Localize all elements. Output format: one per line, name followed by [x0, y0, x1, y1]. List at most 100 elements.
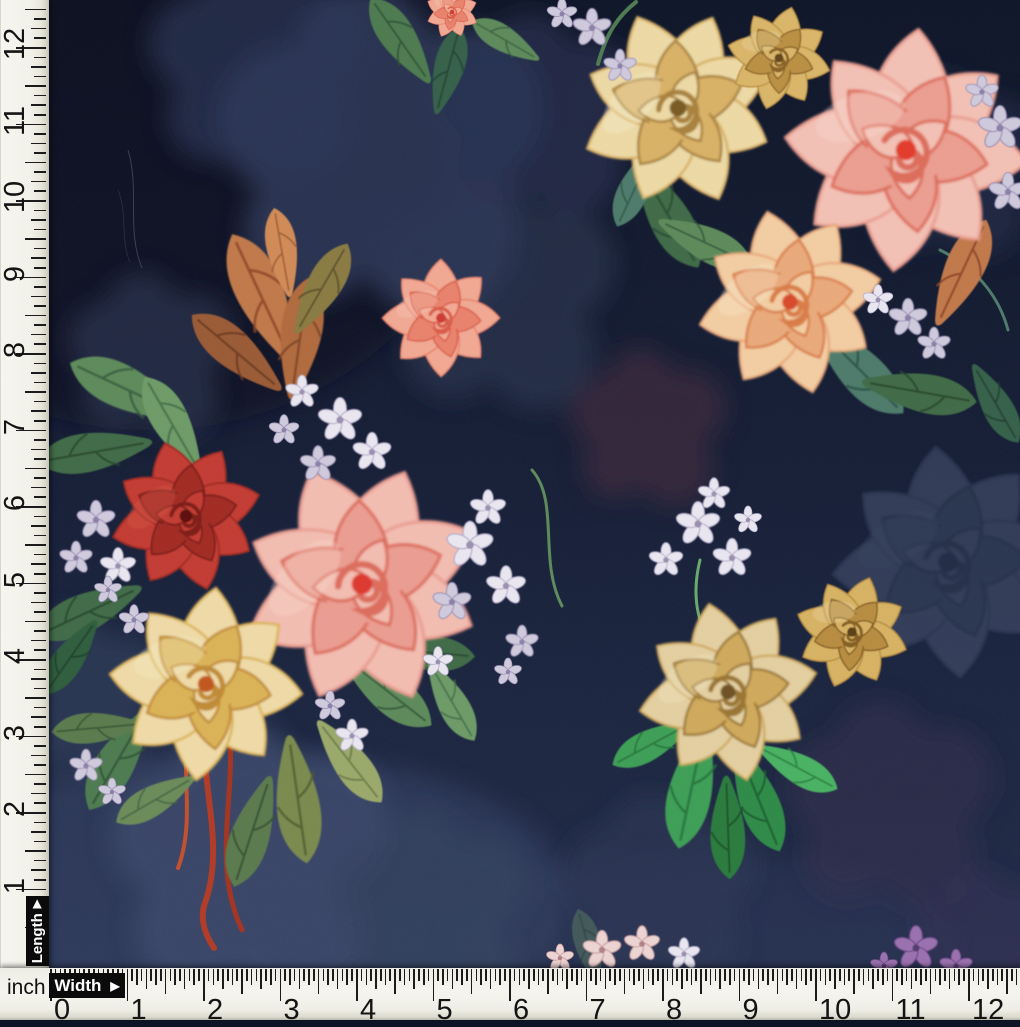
ruler-tick	[389, 969, 391, 981]
ruler-tick	[366, 969, 368, 985]
ruler-tick	[25, 238, 46, 240]
ruler-tick	[375, 969, 377, 989]
ruler-tick	[260, 969, 262, 989]
ruler-tick	[437, 969, 439, 981]
ruler-tick	[466, 969, 468, 981]
ruler-tick	[25, 774, 46, 776]
ruler-tick	[495, 969, 497, 981]
ruler-tick	[31, 831, 46, 833]
ruler-tick	[705, 969, 707, 981]
ruler-tick	[217, 969, 219, 981]
length-badge-label: Length	[29, 913, 46, 963]
ruler-tick	[146, 969, 148, 989]
ruler-tick	[34, 229, 46, 231]
ruler-number: 1	[131, 994, 147, 1027]
width-badge: Width ▶	[49, 973, 125, 998]
ruler-tick	[667, 969, 669, 981]
ruler-number: 2	[207, 994, 223, 1027]
ruler-tick	[34, 649, 46, 651]
ruler-tick	[232, 969, 234, 985]
ruler-tick	[385, 969, 387, 985]
ruler-tick	[471, 969, 473, 994]
ruler-tick	[605, 969, 607, 989]
ruler-tick	[973, 969, 975, 981]
ruler-tick	[657, 969, 659, 981]
ruler-tick	[361, 969, 363, 981]
ruler-tick	[863, 969, 865, 985]
ruler-tick	[509, 969, 511, 1001]
ruler-tick	[34, 669, 46, 671]
ruler-tick	[34, 37, 46, 39]
ruler-tick	[791, 969, 793, 981]
ruler-tick	[1006, 969, 1008, 994]
fabric-swatch-photo: 121110987654321 Length ▶ inch 0123456789…	[0, 0, 1020, 1020]
ruler-tick	[456, 969, 458, 981]
ruler-tick	[332, 969, 334, 981]
ruler-tick	[280, 969, 282, 1001]
ruler-tick	[31, 563, 46, 565]
ruler-tick	[825, 969, 827, 985]
ruler-tick	[34, 363, 46, 365]
ruler-tick	[34, 305, 46, 307]
ruler-tick	[31, 525, 46, 527]
ruler-tick	[236, 969, 238, 981]
ruler-tick	[34, 190, 46, 192]
ruler-tick	[160, 969, 162, 981]
ruler-tick	[413, 969, 415, 989]
ruler-tick	[504, 969, 506, 981]
ruler-tick	[25, 162, 46, 164]
ruler-tick	[34, 133, 46, 135]
ruler-tick	[34, 324, 46, 326]
ruler-tick	[31, 257, 46, 259]
ruler-tick	[31, 678, 46, 680]
ruler-tick	[590, 969, 592, 981]
ruler-tick	[562, 969, 564, 981]
ruler-tick	[251, 969, 253, 985]
ruler-tick	[34, 611, 46, 613]
ruler-tick	[31, 28, 46, 30]
ruler-tick	[820, 969, 822, 981]
ruler-tick	[476, 969, 478, 981]
ruler-tick	[485, 969, 487, 981]
ruler-tick	[404, 969, 406, 985]
ruler-tick	[987, 969, 989, 989]
ruler-tick	[566, 969, 568, 989]
ruler-tick	[834, 969, 836, 989]
ruler-tick	[34, 57, 46, 59]
ruler-tick	[982, 969, 984, 981]
ruler-tick	[758, 969, 760, 989]
ruler-tick	[34, 171, 46, 173]
ruler-tick	[523, 969, 525, 981]
ruler-tick	[34, 516, 46, 518]
ruler-tick	[519, 969, 521, 985]
ruler-tick	[748, 969, 750, 985]
ruler-tick	[629, 969, 631, 981]
ruler-tick	[686, 969, 688, 981]
ruler-number: 11	[0, 108, 33, 134]
ruler-tick	[542, 969, 544, 981]
ruler-tick	[131, 969, 133, 981]
ruler-number: 11	[896, 994, 926, 1027]
ruler-tick	[337, 969, 339, 989]
ruler-tick	[681, 969, 683, 989]
ruler-tick	[31, 296, 46, 298]
ruler-tick	[136, 969, 138, 985]
ruler-tick	[992, 969, 994, 981]
ruler-tick	[815, 969, 817, 1001]
ruler-tick	[31, 487, 46, 489]
ruler-tick	[34, 688, 46, 690]
ruler-tick	[34, 76, 46, 78]
ruler-tick	[275, 969, 277, 981]
ruler-tick	[676, 969, 678, 981]
ruler-tick	[289, 969, 291, 985]
ruler-number: 7	[0, 414, 33, 440]
ruler-tick	[700, 969, 702, 994]
ruler-tick	[710, 969, 712, 985]
ruler-tick	[1011, 969, 1013, 981]
ruler-tick	[141, 969, 143, 981]
ruler-number: 9	[743, 994, 759, 1027]
ruler-tick	[25, 9, 46, 11]
ruler-tick	[179, 969, 181, 981]
ruler-tick	[31, 716, 46, 718]
ruler-tick	[672, 969, 674, 985]
